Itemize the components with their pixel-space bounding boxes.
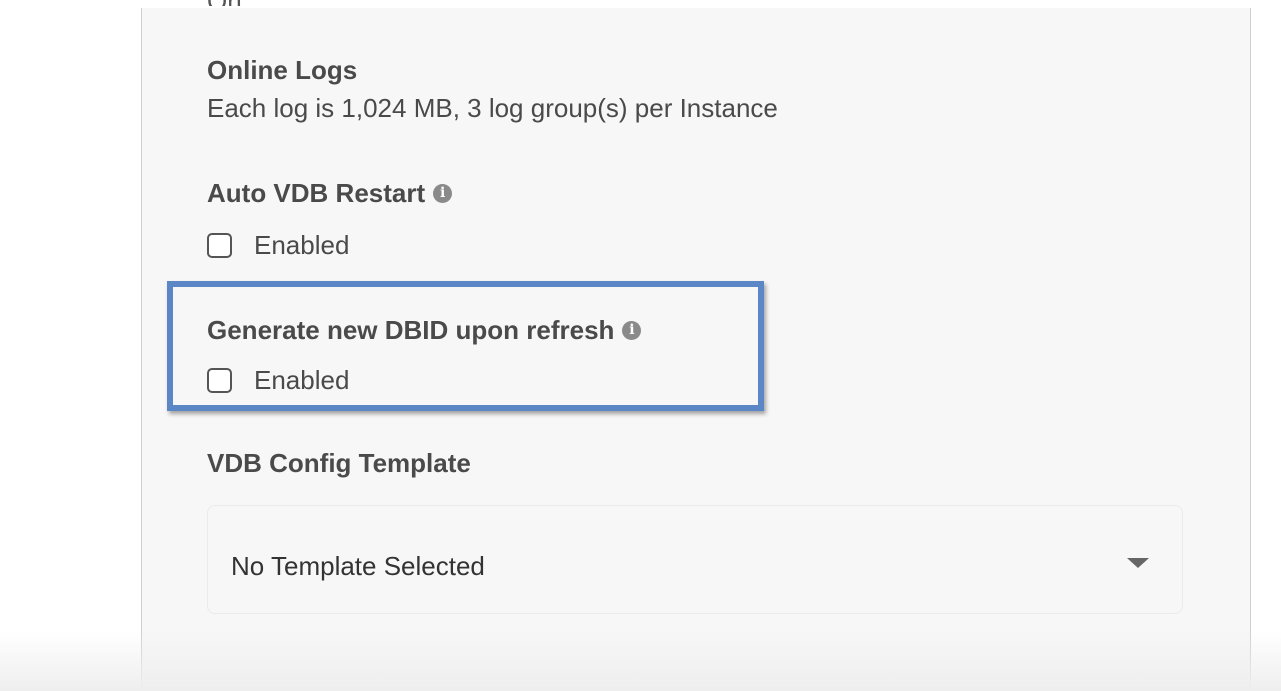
online-logs-label: Online Logs xyxy=(207,55,358,85)
online-logs-title: Online Logs xyxy=(207,55,357,86)
auto-vdb-restart-checkbox-label: Enabled xyxy=(254,230,350,260)
vdb-config-template-label: VDB Config Template xyxy=(207,448,471,478)
selected-template-value: No Template Selected xyxy=(231,551,485,581)
previous-setting-value: On xyxy=(207,0,242,6)
auto-vdb-restart-option[interactable]: Enabled xyxy=(207,230,349,261)
auto-vdb-restart-label: Auto VDB Restart xyxy=(207,178,426,208)
vdb-config-template-title: VDB Config Template xyxy=(207,448,471,479)
vdb-config-template-select[interactable]: No Template Selected xyxy=(207,505,1183,614)
highlight-annotation-box xyxy=(167,281,764,411)
info-icon[interactable]: i xyxy=(433,184,453,203)
auto-vdb-restart-checkbox[interactable] xyxy=(207,233,232,258)
caret-down-icon[interactable] xyxy=(1127,558,1149,568)
vdb-settings-screen: On Online Logs Each log is 1,024 MB, 3 l… xyxy=(0,0,1281,691)
auto-vdb-restart-title: Auto VDB Restart i xyxy=(207,178,453,209)
online-logs-description: Each log is 1,024 MB, 3 log group(s) per… xyxy=(207,93,778,123)
